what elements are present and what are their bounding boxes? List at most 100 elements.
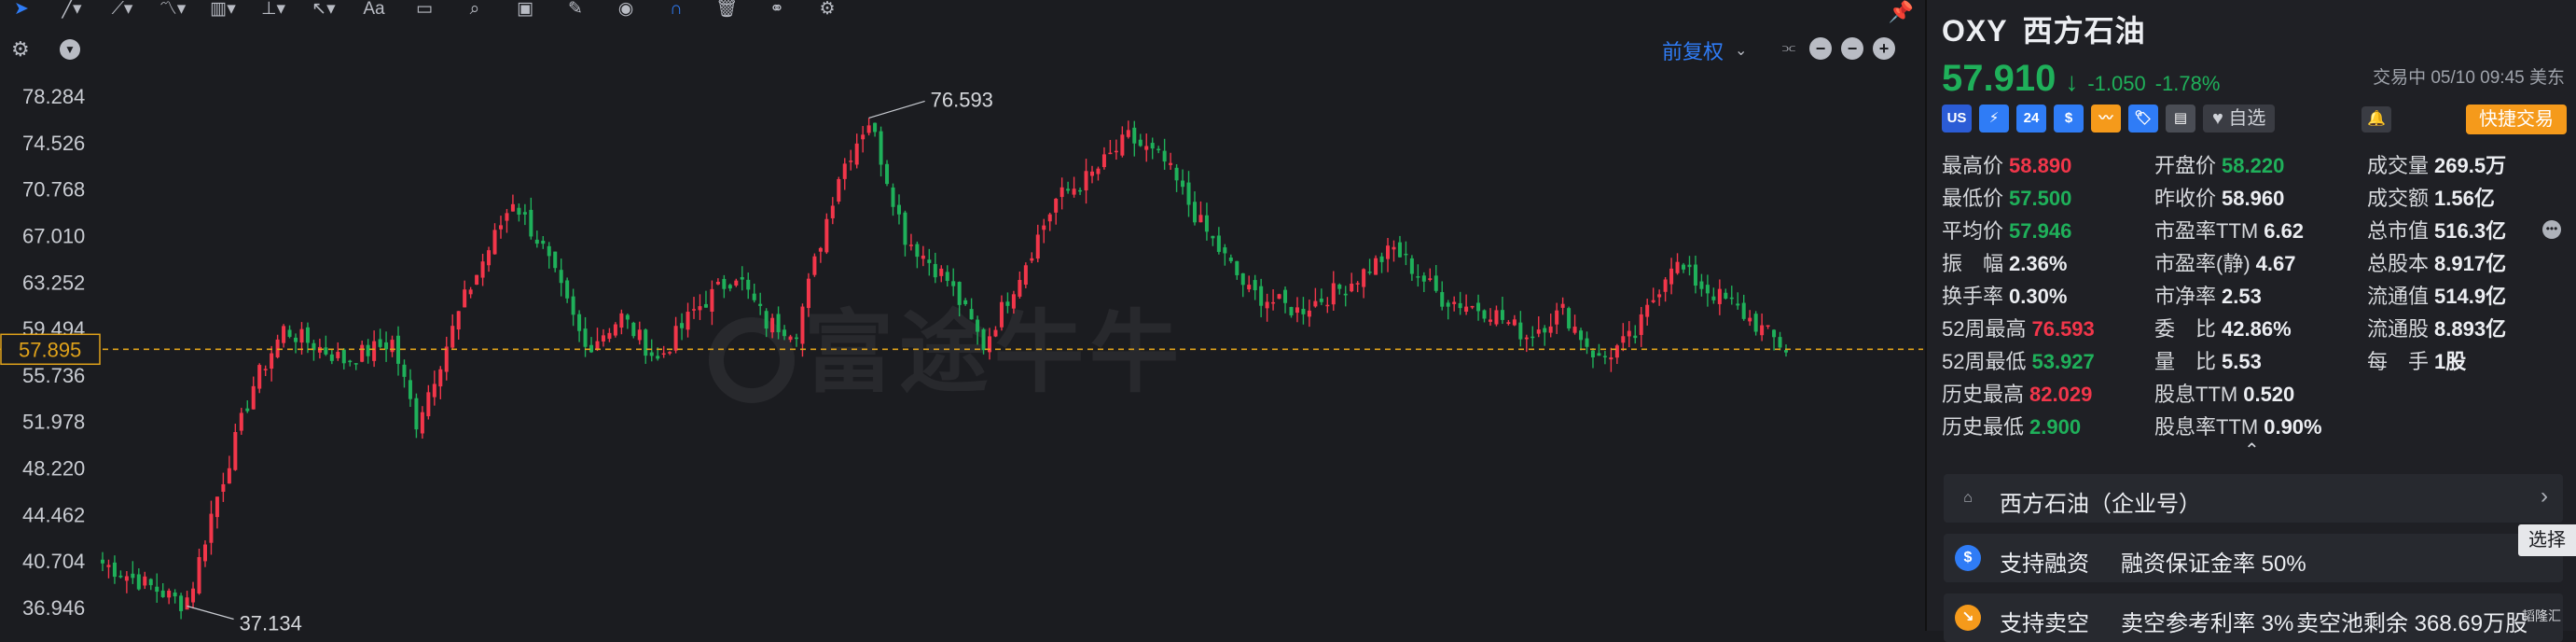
stat-label: 52周最高 [1942, 317, 2027, 341]
candle-body [1639, 314, 1643, 335]
candle-body [1597, 353, 1601, 356]
wave-icon[interactable]: 〽▾ [157, 0, 188, 19]
trend-line-icon[interactable]: ╱▾ [56, 0, 88, 19]
collapse-chevron-icon[interactable]: ⌃ [2244, 439, 2260, 462]
candle-body [854, 143, 859, 165]
candlestick-chart[interactable]: 78.28474.52670.76867.01063.25259.49455.7… [0, 80, 1923, 631]
candle-body [800, 306, 805, 344]
stat-label: 52周最低 [1942, 350, 2027, 373]
drawing-toolbar: ➤ ╱▾ ⟋▾ 〽▾ ▥▾ ⊥▾ ↖▾ Aa ▭ ⌕ ▣ ✎ ◉ ∩ 🗑 ⚭ ⚙… [0, 0, 1923, 23]
quick-trade-button[interactable]: 快捷交易 [2466, 105, 2567, 134]
company-account-row[interactable]: ⌂ 西方石油（企业号） › [1944, 474, 2563, 523]
trend-icon[interactable]: 〰 [2091, 105, 2121, 133]
trash-icon[interactable]: 🗑 [711, 0, 742, 19]
candle-body [251, 385, 256, 410]
candle-body [1186, 182, 1191, 205]
candle-body [1084, 171, 1088, 191]
tag-icon[interactable]: 🏷 [2128, 105, 2158, 133]
stat-value: 58.960 [2222, 187, 2285, 210]
doc-icon[interactable]: ▤ [2166, 105, 2195, 133]
bell-icon[interactable]: 🔔 [2361, 106, 2391, 133]
bar-chart-icon[interactable]: ▥▾ [207, 0, 239, 19]
candle-body [305, 327, 310, 343]
stat-cell: 委 比 42.86% [2154, 313, 2292, 342]
candle-body [1295, 307, 1299, 314]
arrow-icon[interactable]: ↖▾ [308, 0, 339, 19]
screenshot-icon[interactable]: ▣ [509, 0, 541, 19]
settings-gear-icon[interactable]: ⚙ [11, 37, 30, 62]
text-icon[interactable]: Aa [358, 0, 390, 19]
dollar-circle-icon: $ [1955, 545, 1981, 571]
candle-body [209, 513, 214, 543]
price-adjust-label: 前复权 [1662, 40, 1724, 63]
chart-toolbar: ⚙ ▼ 前复权 ⌄ ⫗ − − + [0, 34, 1923, 65]
candle-body [830, 205, 835, 218]
candle-body [112, 562, 117, 578]
candle-body [336, 352, 340, 358]
margin-row[interactable]: $ 支持融资 融资保证金率 50% [1944, 534, 2563, 582]
y-tick-label: 44.462 [22, 503, 85, 526]
candle-body [1144, 146, 1149, 150]
hours-24-icon[interactable]: 24 [2016, 105, 2046, 133]
candle-body [680, 323, 685, 328]
candle-body [1772, 329, 1777, 338]
select-tooltip[interactable]: 选择 [2518, 524, 2576, 556]
stat-label: 历史最高 [1942, 383, 2025, 406]
comment-icon[interactable]: ▭ [409, 0, 440, 19]
candle-body [1271, 301, 1276, 304]
candle-body [1494, 310, 1499, 325]
search-icon[interactable]: ⌕ [459, 0, 491, 19]
price-adjust-select[interactable]: 前复权 ⌄ [1662, 35, 1747, 65]
collapse-caret-icon[interactable]: ▼ [60, 39, 80, 60]
us-flag-icon[interactable]: US [1942, 105, 1972, 133]
candle-body [498, 225, 503, 230]
candle-body [1313, 300, 1318, 307]
candle-body [794, 337, 799, 340]
candle-body [1663, 279, 1668, 292]
stat-label: 市净率 [2154, 285, 2217, 308]
cursor-icon[interactable]: ➤ [6, 0, 37, 19]
candle-body [480, 261, 485, 278]
chart-type-icon[interactable]: ⫗ [1778, 40, 1800, 57]
magnet-icon[interactable]: ∩ [660, 0, 692, 19]
candle-body [1524, 337, 1529, 340]
stats-row: 历史最低 2.900 股息率TTM 0.90% [1942, 411, 2569, 440]
candle-body [1404, 253, 1408, 256]
candle-body [746, 279, 751, 290]
candle-body [1488, 319, 1492, 322]
candle-body [1253, 280, 1257, 291]
zoom-out-icon[interactable]: − [1809, 37, 1832, 60]
eye-icon[interactable]: ◉ [610, 0, 642, 19]
y-tick-label: 55.736 [22, 364, 85, 387]
ray-icon[interactable]: ⟋▾ [106, 0, 138, 19]
candle-body [1729, 297, 1734, 300]
candle-body [1223, 247, 1227, 254]
pencil-icon[interactable]: ✎ [560, 0, 591, 19]
dollar-icon[interactable]: $ [2054, 105, 2084, 133]
candle-body [842, 163, 847, 179]
stat-label: 昨收价 [2154, 187, 2217, 210]
candle-body [450, 326, 455, 348]
zoom-in-icon[interactable]: + [1873, 37, 1895, 60]
stat-value: 57.946 [2009, 219, 2072, 243]
measure-icon[interactable]: ⊥▾ [257, 0, 289, 19]
short-sell-row[interactable]: ↘ 支持卖空 卖空参考利率 3% 卖空池剩余 368.69万股 [1944, 593, 2563, 642]
scroll-icon[interactable]: − [1841, 37, 1863, 60]
lightning-icon[interactable]: ⚡ [1979, 105, 2009, 133]
gear-icon[interactable]: ⚙ [811, 0, 843, 19]
candle-body [143, 576, 147, 586]
stat-label: 市盈率TTM [2154, 219, 2259, 243]
candle-body [1096, 168, 1101, 174]
candle-body [1228, 258, 1233, 261]
link-icon[interactable]: ⚭ [761, 0, 793, 19]
pin-icon[interactable]: 📌 [1889, 0, 1914, 24]
candle-body [1428, 278, 1433, 281]
watchlist-button[interactable]: ♥ 自选 [2203, 105, 2276, 133]
candle-body [1325, 304, 1330, 307]
candle-body [118, 575, 123, 578]
more-icon[interactable]: ••• [2542, 220, 2561, 239]
candle-body [299, 328, 304, 343]
candle-body [1572, 327, 1577, 333]
chart-area[interactable]: ➤ ╱▾ ⟋▾ 〽▾ ▥▾ ⊥▾ ↖▾ Aa ▭ ⌕ ▣ ✎ ◉ ∩ 🗑 ⚭ ⚙… [0, 0, 1923, 631]
candle-body [1138, 139, 1143, 147]
